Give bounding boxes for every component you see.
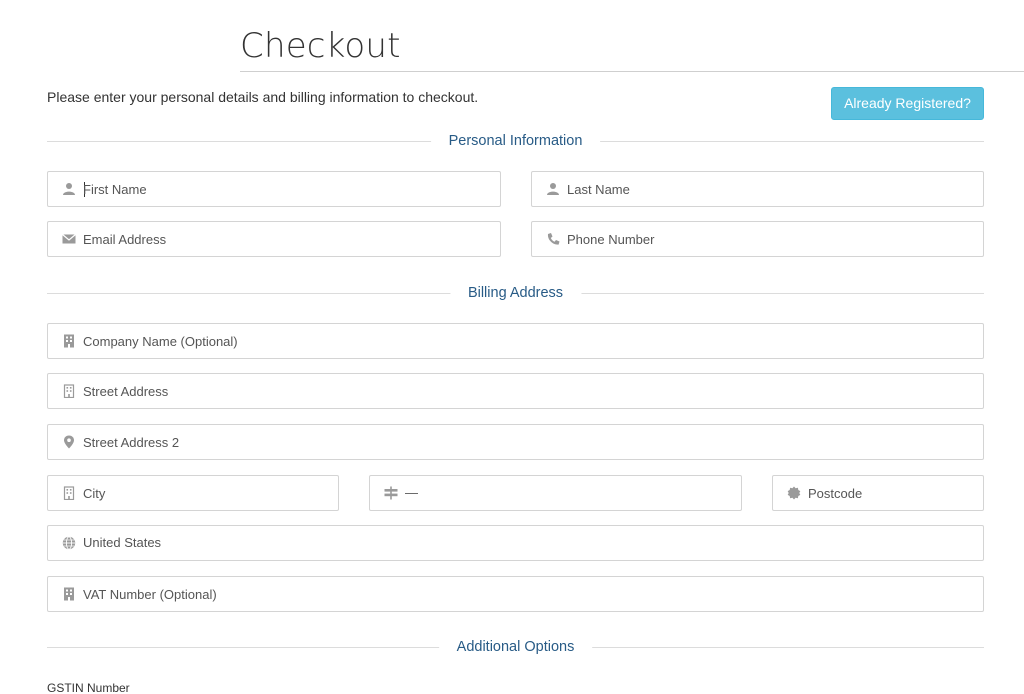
building-outline-icon (62, 384, 76, 398)
building-icon (62, 334, 76, 348)
country-selected-value: United States (83, 535, 162, 550)
company-name-field[interactable] (47, 323, 984, 359)
postcode-input[interactable] (808, 476, 975, 510)
company-name-input[interactable] (83, 324, 975, 358)
phone-input[interactable] (567, 222, 975, 256)
vat-number-input[interactable] (83, 577, 975, 611)
building-icon (62, 587, 76, 601)
section-billing-address: Billing Address (47, 283, 984, 303)
section-personal-information: Personal Information (47, 131, 984, 151)
street-address-2-field[interactable] (47, 424, 984, 460)
section-heading-label: Billing Address (449, 283, 582, 303)
page-title: Checkout (240, 26, 401, 66)
envelope-icon (62, 232, 76, 246)
email-input[interactable] (83, 222, 492, 256)
email-field[interactable] (47, 221, 501, 257)
user-icon (546, 182, 560, 196)
title-divider (240, 71, 1024, 72)
globe-icon (62, 536, 76, 550)
certificate-icon (787, 486, 801, 500)
vat-number-field[interactable] (47, 576, 984, 612)
intro-text: Please enter your personal details and b… (47, 89, 479, 105)
postcode-field[interactable] (772, 475, 984, 511)
street-address-field[interactable] (47, 373, 984, 409)
section-additional-options: Additional Options (47, 637, 984, 657)
state-select[interactable]: — (369, 475, 742, 511)
last-name-input[interactable] (567, 172, 975, 206)
first-name-input[interactable] (83, 172, 492, 206)
section-heading-label: Personal Information (430, 131, 601, 151)
last-name-field[interactable] (531, 171, 984, 207)
already-registered-button[interactable]: Already Registered? (831, 87, 984, 120)
state-selected-value: — (405, 485, 418, 500)
building-outline-icon (62, 486, 76, 500)
first-name-field[interactable] (47, 171, 501, 207)
street-address-2-input[interactable] (83, 425, 975, 459)
signpost-icon (384, 486, 398, 500)
city-field[interactable] (47, 475, 339, 511)
city-input[interactable] (83, 476, 330, 510)
gstin-number-label: GSTIN Number (47, 681, 130, 694)
street-address-input[interactable] (83, 374, 975, 408)
phone-field[interactable] (531, 221, 984, 257)
section-heading-label: Additional Options (438, 637, 593, 657)
map-marker-icon (62, 435, 76, 449)
user-icon (62, 182, 76, 196)
phone-icon (546, 232, 560, 246)
country-select[interactable]: United States (47, 525, 984, 561)
